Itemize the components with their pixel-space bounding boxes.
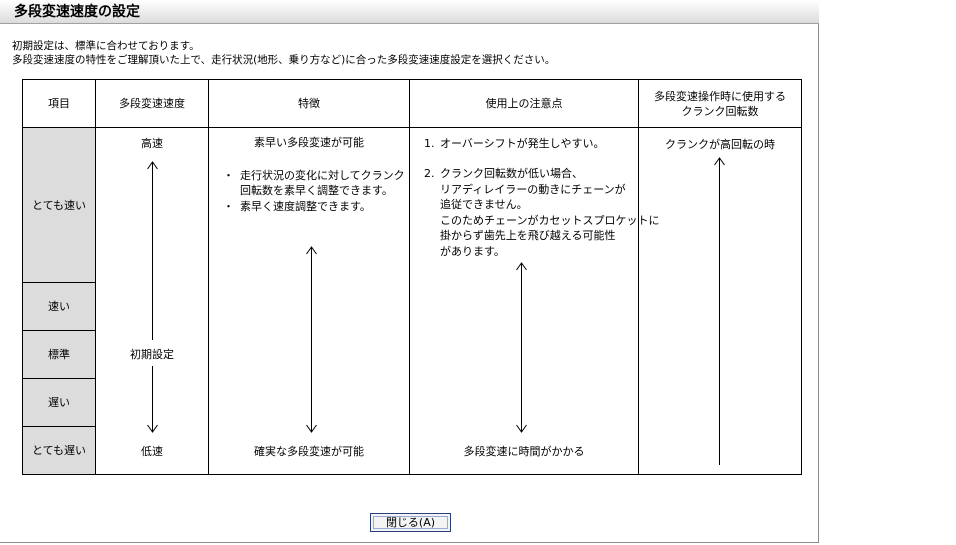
feature-bullet1-line2: 回転数を素早く調整できます。	[240, 184, 393, 197]
dialog-title: 多段変速速度の設定	[14, 4, 140, 20]
speed-default-label: 初期設定	[130, 348, 174, 361]
feature-bullet2: 素早く速度調整できます。	[240, 200, 371, 213]
caution-item2-line6: があります。	[440, 245, 505, 258]
table-row-divider	[22, 426, 96, 427]
caution-item2-line2: リアディレイラーの動きにチェーンが	[440, 183, 626, 196]
row-label-fast: 速い	[48, 300, 70, 313]
row-label-very-fast: とても速い	[31, 199, 87, 212]
speed-high-label: 高速	[141, 137, 163, 150]
feature-bullet1-line1: 走行状況の変化に対してクランク	[240, 169, 405, 182]
caution-item2-line1: クランク回転数が低い場合、	[440, 167, 583, 180]
caution-bottom: 多段変速に時間がかかる	[463, 445, 585, 458]
table-col-divider	[409, 79, 410, 475]
header-speed: 多段変速速度	[119, 97, 185, 110]
caution-item2-line3: 追従できません。	[440, 198, 528, 211]
caution-item2-line4: このためチェーンがカセットスプロケットに	[440, 214, 660, 227]
table-header-divider	[22, 127, 802, 128]
row-label-standard: 標準	[48, 348, 70, 361]
feature-top: 素早い多段変速が可能	[254, 136, 364, 149]
caution-item2-line5: 掛からず歯先上を飛び越える可能性	[440, 229, 616, 242]
table-border-bottom	[22, 474, 802, 475]
speed-low-label: 低速	[141, 445, 163, 458]
feature-bottom: 確実な多段変速が可能	[254, 445, 364, 458]
close-button-label: 閉じる(A)	[385, 516, 436, 529]
intro-line-2: 多段変速速度の特性をご理解頂いた上で、走行状況(地形、乗り方など)に合った多段変…	[12, 54, 556, 66]
caution-item1-number: 1.	[424, 137, 435, 150]
crank-top: クランクが高回転の時	[665, 138, 775, 151]
table-border-right	[801, 79, 802, 475]
header-caution: 使用上の注意点	[485, 97, 563, 110]
header-feature: 特徴	[298, 97, 320, 110]
header-crank-line1: 多段変速操作時に使用する	[654, 90, 786, 103]
table-row-divider	[22, 282, 96, 283]
dialog-titlebar: 多段変速速度の設定	[0, 0, 819, 24]
caution-item2-number: 2.	[424, 167, 435, 180]
row-label-very-slow: とても遅い	[31, 444, 87, 457]
feature-bullet-mark: ・	[223, 200, 234, 213]
header-item: 項目	[48, 97, 70, 110]
table-border-top	[22, 79, 802, 80]
close-button[interactable]: 閉じる(A)	[370, 513, 451, 532]
table-border-left	[22, 79, 23, 475]
dialog-window: 多段変速速度の設定 初期設定は、標準に合わせております。 多段変速速度の特性をご…	[0, 0, 819, 543]
row-label-slow: 遅い	[48, 396, 70, 409]
feature-bullet-mark: ・	[223, 169, 234, 182]
intro-line-1: 初期設定は、標準に合わせております。	[12, 40, 200, 52]
caution-item1: オーバーシフトが発生しやすい。	[440, 137, 605, 150]
header-crank-line2: クランク回転数	[681, 105, 759, 118]
table-row-divider	[22, 378, 96, 379]
table-row-divider	[22, 330, 96, 331]
